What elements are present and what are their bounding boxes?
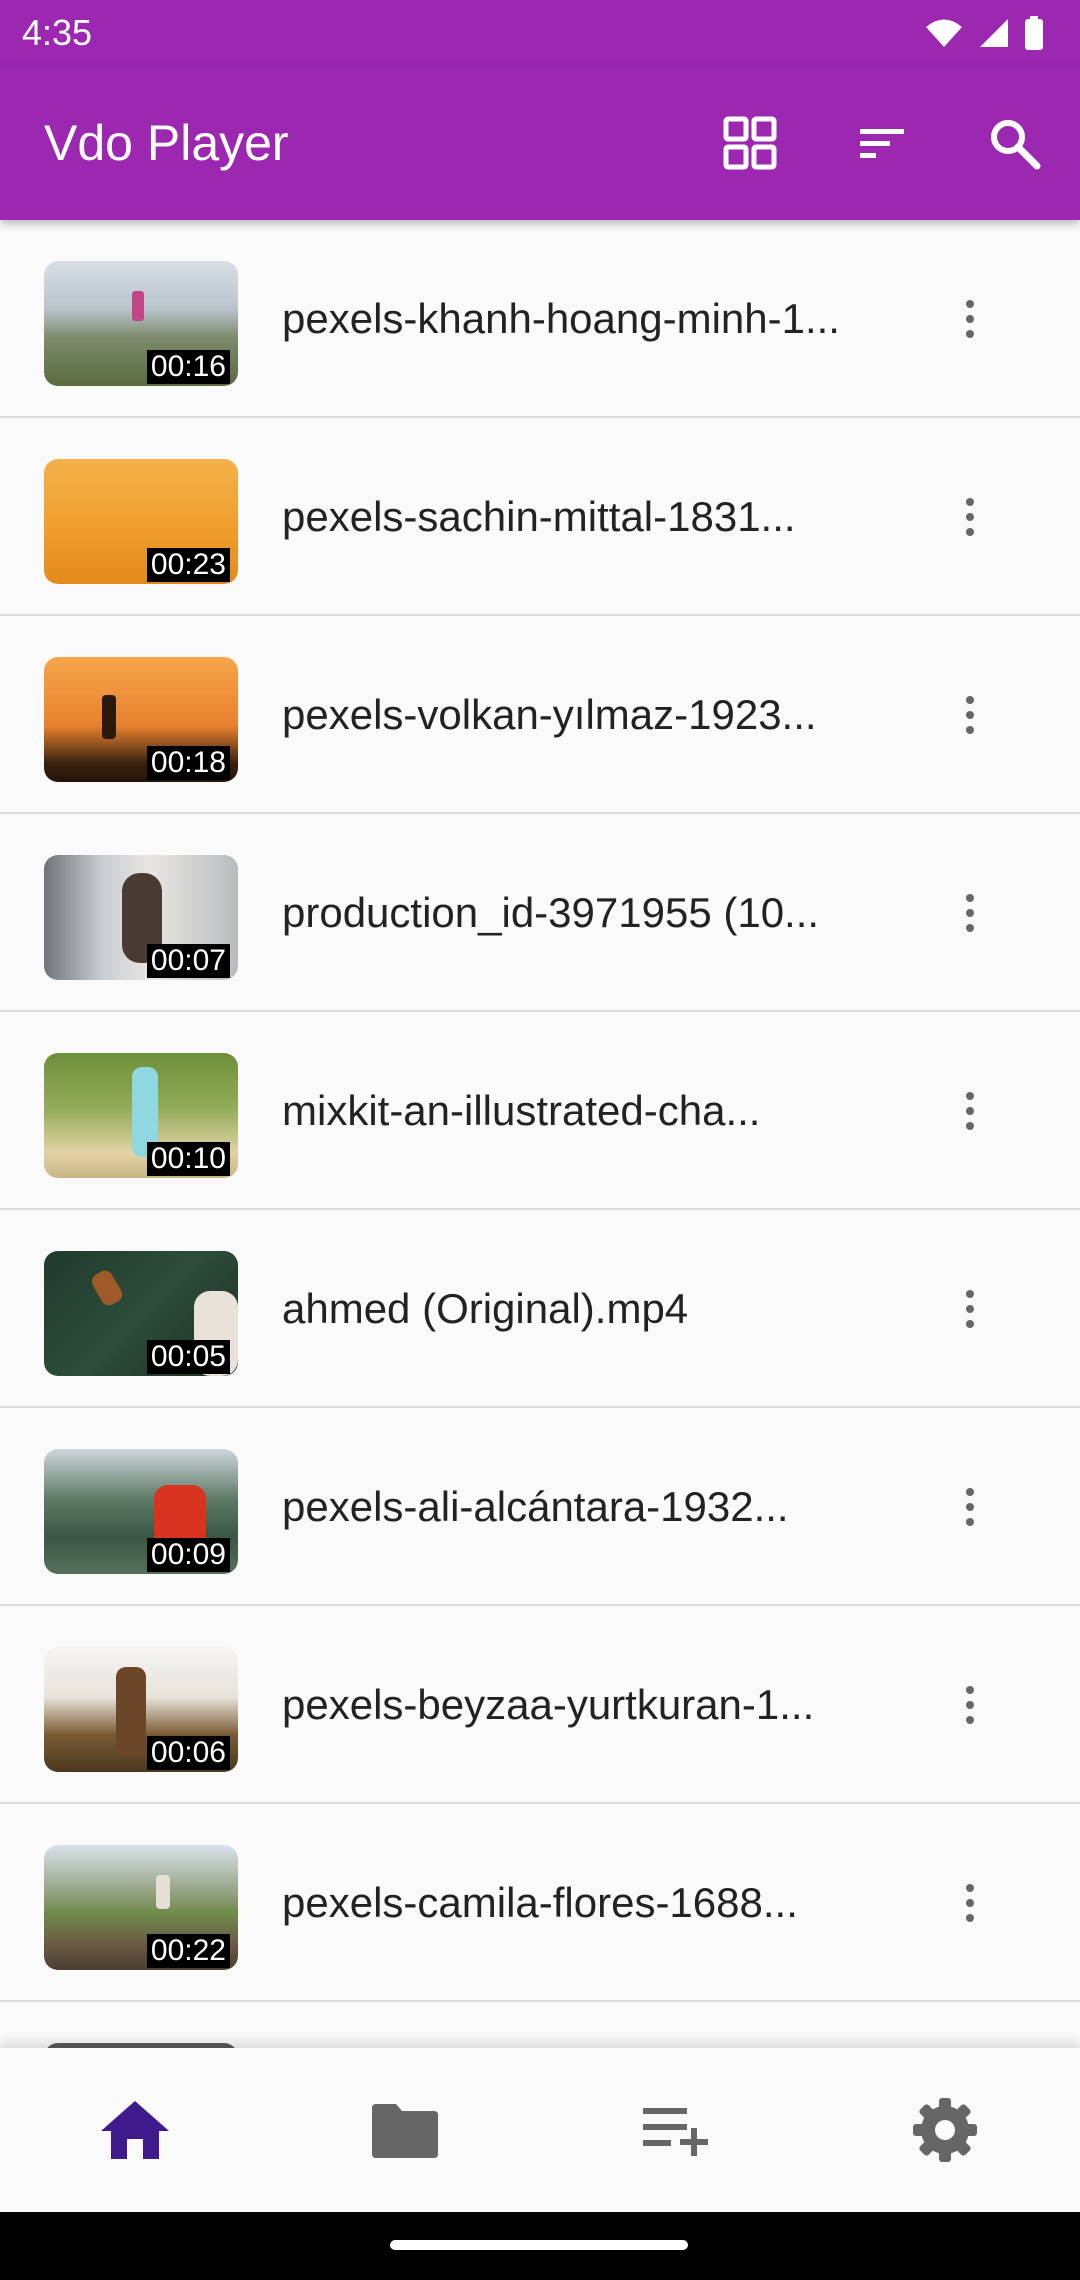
wifi-icon (926, 19, 962, 47)
video-duration: 00:05 (146, 1340, 230, 1374)
nav-item-playlist[interactable] (540, 2048, 810, 2212)
video-title: ahmed (Original).mp4 (282, 1285, 689, 1332)
video-duration: 00:07 (146, 944, 230, 978)
more-options-button[interactable] (940, 482, 1000, 552)
folder-icon (372, 2104, 438, 2158)
grid-view-button[interactable] (706, 99, 794, 187)
more-options-button[interactable] (940, 878, 1000, 948)
sort-icon (860, 129, 904, 158)
more-options-button[interactable] (940, 284, 1000, 354)
nav-item-folders[interactable] (270, 2048, 540, 2212)
video-title: pexels-camila-flores-1688... (282, 1879, 798, 1926)
video-thumbnail[interactable]: 00:07 (44, 855, 238, 980)
more-options-button[interactable] (940, 1868, 1000, 1938)
video-thumbnail[interactable]: 00:09 (44, 1449, 238, 1574)
video-list-item[interactable]: 00:18 pexels-volkan-yılmaz-1923... (0, 616, 1080, 814)
grid-view-icon (723, 116, 777, 170)
video-title: pexels-beyzaa-yurtkuran-1... (282, 1681, 815, 1728)
video-duration: 00:22 (146, 1934, 230, 1968)
more-vert-icon (966, 1488, 974, 1526)
video-thumbnail[interactable]: 00:18 (44, 657, 238, 782)
home-icon (101, 2101, 169, 2159)
more-vert-icon (966, 1290, 974, 1328)
video-duration: 00:06 (146, 1736, 230, 1770)
more-vert-icon (966, 894, 974, 932)
video-list-item-partial[interactable] (0, 2002, 1080, 2048)
status-icons (924, 16, 1044, 50)
status-bar: 4:35 (0, 0, 1080, 66)
more-options-button[interactable] (940, 1274, 1000, 1344)
video-title: pexels-volkan-yılmaz-1923... (282, 691, 817, 738)
more-vert-icon (966, 498, 974, 536)
video-duration: 00:10 (146, 1142, 230, 1176)
video-title: production_id-3971955 (10... (282, 889, 820, 936)
more-vert-icon (966, 1686, 974, 1724)
video-list-item[interactable]: 00:10 mixkit-an-illustrated-cha... (0, 1012, 1080, 1210)
video-title: mixkit-an-illustrated-cha... (282, 1087, 761, 1134)
more-options-button[interactable] (940, 680, 1000, 750)
more-options-button[interactable] (940, 1670, 1000, 1740)
video-duration: 00:09 (146, 1538, 230, 1572)
video-duration: 00:23 (146, 548, 230, 582)
sort-button[interactable] (838, 99, 926, 187)
settings-icon (913, 2098, 977, 2162)
video-title: pexels-sachin-mittal-1831... (282, 493, 796, 540)
video-list-item[interactable]: 00:07 production_id-3971955 (10... (0, 814, 1080, 1012)
system-gesture-bar (0, 2212, 1080, 2280)
video-duration: 00:16 (146, 350, 230, 384)
playlist-add-icon (643, 2108, 708, 2156)
more-options-button[interactable] (940, 1076, 1000, 1146)
status-time: 4:35 (22, 12, 93, 53)
video-duration: 00:18 (146, 746, 230, 780)
video-thumbnail[interactable]: 00:05 (44, 1251, 238, 1376)
video-title: pexels-khanh-hoang-minh-1... (282, 295, 840, 342)
video-thumbnail[interactable]: 00:06 (44, 1647, 238, 1772)
search-icon (991, 120, 1041, 170)
video-thumbnail[interactable]: 00:16 (44, 261, 238, 386)
video-list-item[interactable]: 00:05 ahmed (Original).mp4 (0, 1210, 1080, 1408)
search-button[interactable] (970, 99, 1058, 187)
video-list-item[interactable]: 00:22 pexels-camila-flores-1688... (0, 1804, 1080, 2002)
video-list: 00:16 pexels-khanh-hoang-minh-1... 00:23… (0, 220, 1080, 2048)
video-list-item[interactable]: 00:16 pexels-khanh-hoang-minh-1... (0, 220, 1080, 418)
video-thumbnail[interactable]: 00:22 (44, 1845, 238, 1970)
more-vert-icon (966, 1884, 974, 1922)
video-thumbnail[interactable]: 00:23 (44, 459, 238, 584)
video-list-item[interactable]: 00:23 pexels-sachin-mittal-1831... (0, 418, 1080, 616)
video-thumbnail[interactable]: 00:10 (44, 1053, 238, 1178)
more-vert-icon (966, 1092, 974, 1130)
more-options-button[interactable] (940, 1472, 1000, 1542)
nav-item-settings[interactable] (810, 2048, 1080, 2212)
app-title: Vdo Player (44, 115, 289, 171)
more-vert-icon (966, 696, 974, 734)
battery-icon (1025, 16, 1043, 50)
video-title: pexels-ali-alcántara-1932... (282, 1483, 789, 1530)
gesture-handle[interactable] (390, 2240, 688, 2250)
signal-icon (980, 19, 1008, 47)
video-list-item[interactable]: 00:06 pexels-beyzaa-yurtkuran-1... (0, 1606, 1080, 1804)
nav-item-home[interactable] (0, 2048, 270, 2212)
video-list-item[interactable]: 00:09 pexels-ali-alcántara-1932... (0, 1408, 1080, 1606)
bottom-navigation (0, 2048, 1080, 2212)
more-vert-icon (966, 300, 974, 338)
app-bar: Vdo Player (0, 66, 1080, 220)
